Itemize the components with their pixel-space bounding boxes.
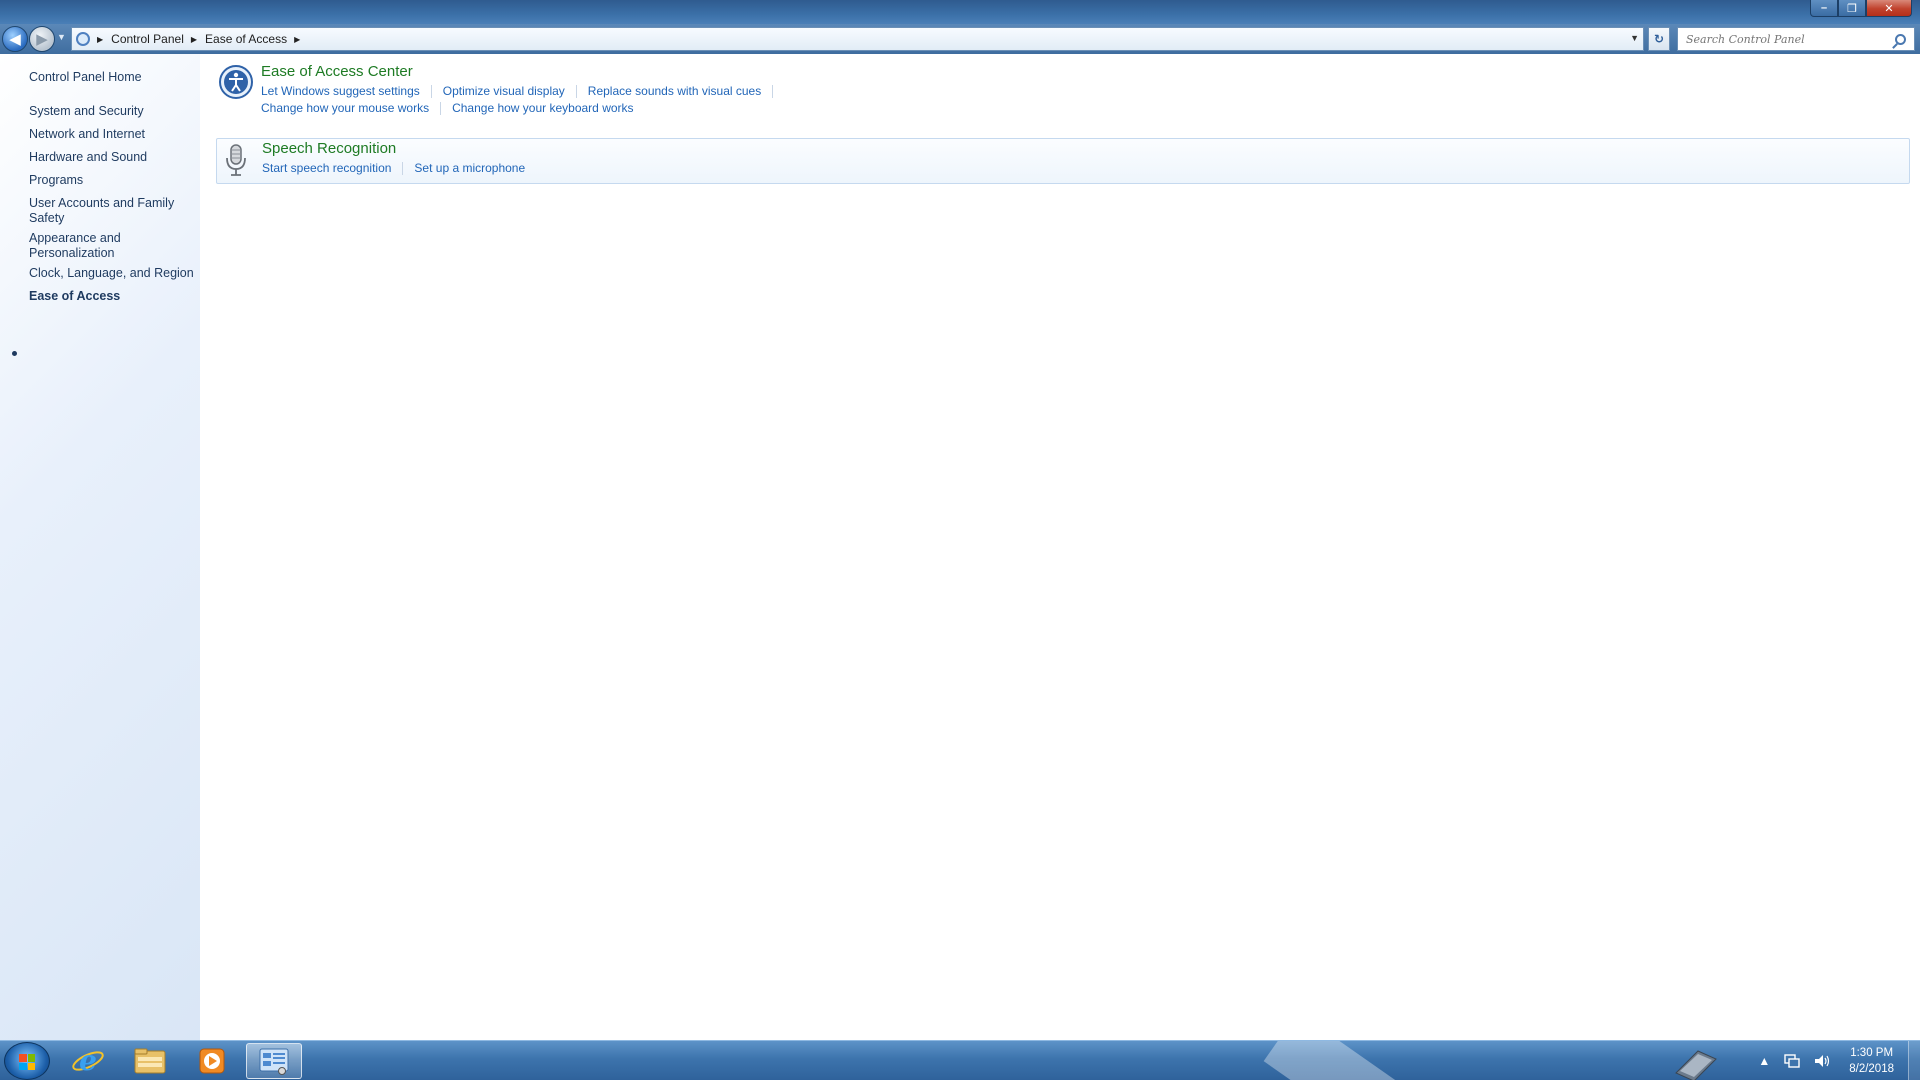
breadcrumb-control-panel[interactable]: Control Panel (111, 32, 184, 46)
sidebar-item-appearance[interactable]: Appearance and Personalization (29, 231, 139, 261)
taskbar-glare (1263, 1041, 1397, 1080)
address-dropdown-icon[interactable]: ▼ (1630, 33, 1639, 43)
network-icon[interactable] (1784, 1054, 1800, 1068)
window-controls: – ❐ ✕ (1810, 0, 1912, 17)
ease-of-access-icon[interactable] (218, 64, 254, 100)
windows-logo-icon (19, 1054, 35, 1070)
control-panel-icon (259, 1048, 289, 1075)
back-button[interactable]: ◀ (2, 26, 28, 52)
sidebar-item-programs[interactable]: Programs (29, 173, 194, 188)
link-separator (575, 84, 577, 98)
forward-button[interactable]: ▶ (29, 26, 55, 52)
window-title-bar: – ❐ ✕ (0, 0, 1920, 24)
category-title-speech-recognition[interactable]: Speech Recognition (262, 140, 396, 157)
link-separator (402, 161, 404, 175)
breadcrumb-ease-of-access[interactable]: Ease of Access (205, 32, 287, 46)
close-button[interactable]: ✕ (1866, 0, 1912, 17)
link-separator (772, 84, 774, 98)
windows-explorer-icon (134, 1048, 166, 1074)
breadcrumb-arrow-icon[interactable]: ▶ (191, 35, 197, 44)
link-optimize-visual-display[interactable]: Optimize visual display (443, 84, 565, 98)
clock[interactable]: 1:30 PM 8/2/2018 (1849, 1045, 1894, 1077)
show-desktop-button[interactable] (1908, 1041, 1920, 1080)
link-separator (440, 101, 442, 115)
start-button[interactable] (4, 1042, 50, 1080)
sidebar: Control Panel Home System and Security N… (0, 54, 200, 1040)
sidebar-item-hardware-sound[interactable]: Hardware and Sound (29, 150, 194, 165)
category-links-row: Change how your mouse works Change how y… (261, 101, 634, 115)
link-set-up-microphone[interactable]: Set up a microphone (414, 161, 525, 175)
sidebar-item-network-internet[interactable]: Network and Internet (29, 127, 194, 142)
svg-text:e: e (79, 1044, 97, 1077)
control-panel-icon (76, 32, 90, 46)
media-player-icon (199, 1048, 225, 1074)
current-item-bullet-icon (12, 351, 17, 356)
refresh-button[interactable]: ↻ (1648, 27, 1670, 51)
link-start-speech-recognition[interactable]: Start speech recognition (262, 161, 391, 175)
link-keyboard-works[interactable]: Change how your keyboard works (452, 101, 633, 115)
breadcrumb-arrow-icon[interactable]: ▶ (294, 35, 300, 44)
search-input[interactable] (1678, 32, 1895, 46)
sidebar-item-clock-language[interactable]: Clock, Language, and Region (29, 266, 194, 281)
link-separator (430, 84, 432, 98)
address-bar[interactable]: ▶ Control Panel ▶ Ease of Access ▶ ▼ (71, 27, 1644, 51)
navigation-bar: ◀ ▶ ▼ ▶ Control Panel ▶ Ease of Access ▶… (0, 24, 1920, 54)
taskbar-control-panel[interactable] (246, 1043, 302, 1079)
clock-date: 8/2/2018 (1849, 1063, 1894, 1075)
sidebar-item-system-security[interactable]: System and Security (29, 104, 194, 119)
link-replace-sounds[interactable]: Replace sounds with visual cues (588, 84, 761, 98)
taskbar: e ▲ 1:30 PM 8/2/2018 (0, 1040, 1920, 1080)
search-box[interactable] (1677, 27, 1915, 51)
sidebar-item-user-accounts[interactable]: User Accounts and Family Safety (29, 196, 179, 226)
category-ease-of-access-center: Ease of Access Center Let Windows sugges… (216, 62, 1910, 115)
category-title-ease-of-access-center[interactable]: Ease of Access Center (261, 63, 413, 80)
category-links-row: Start speech recognition Set up a microp… (262, 161, 525, 175)
taskbar-media-player[interactable] (184, 1043, 240, 1079)
volume-icon[interactable] (1814, 1054, 1832, 1068)
recent-pages-button[interactable]: ▼ (57, 32, 66, 42)
internet-explorer-icon: e (72, 1044, 104, 1077)
breadcrumb-arrow-icon[interactable]: ▶ (97, 35, 103, 44)
clock-time: 1:30 PM (1850, 1047, 1894, 1059)
category-links-row: Let Windows suggest settings Optimize vi… (261, 84, 784, 98)
taskbar-internet-explorer[interactable]: e (60, 1043, 116, 1079)
restore-button[interactable]: ❐ (1838, 0, 1866, 17)
microphone-icon[interactable] (218, 142, 254, 178)
taskbar-windows-explorer[interactable] (122, 1043, 178, 1079)
minimize-button[interactable]: – (1810, 0, 1838, 17)
sidebar-item-ease-of-access[interactable]: Ease of Access (29, 289, 194, 304)
show-hidden-icons-button[interactable]: ▲ (1758, 1054, 1770, 1068)
search-icon[interactable] (1895, 33, 1906, 45)
system-tray: ▲ 1:30 PM 8/2/2018 (1751, 1041, 1920, 1080)
category-speech-recognition: Speech Recognition Start speech recognit… (216, 138, 1910, 184)
link-mouse-works[interactable]: Change how your mouse works (261, 101, 429, 115)
main-content: Ease of Access Center Let Windows sugges… (200, 54, 1920, 1040)
sidebar-control-panel-home[interactable]: Control Panel Home (29, 70, 142, 84)
book-icon (1675, 1050, 1717, 1080)
link-let-windows-suggest[interactable]: Let Windows suggest settings (261, 84, 420, 98)
